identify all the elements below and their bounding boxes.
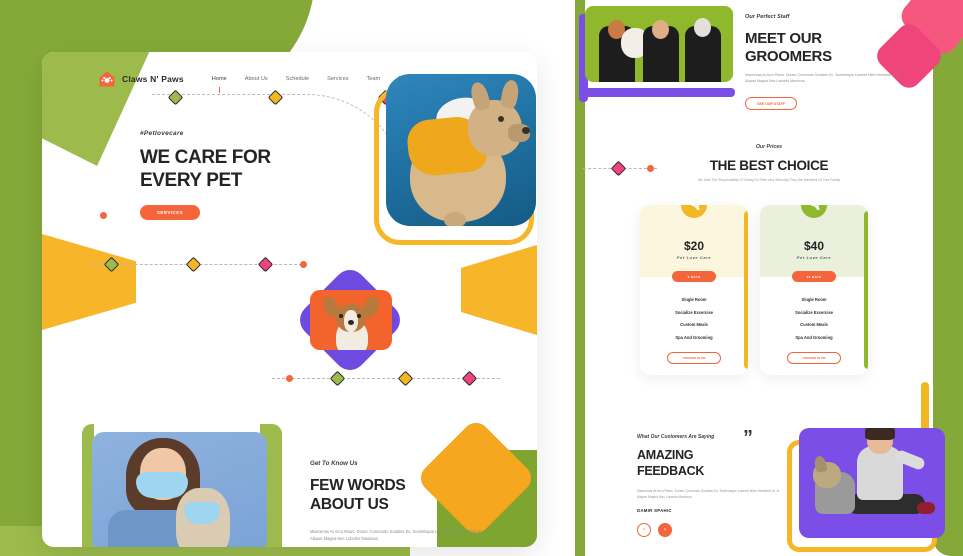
hero-tagline: #Petlovecare [140, 130, 184, 137]
groomers-see-staff-button[interactable]: SEE OUR STAFF [745, 97, 797, 110]
prices-subtitle: We Take The Responsibility Of Caring For… [697, 178, 841, 182]
about-image-woman-with-dog [92, 432, 267, 547]
price-amount-1: $20 [683, 239, 705, 253]
groomers-purple-accent-bottom [585, 88, 735, 97]
about-paragraph: Maecenas At Arcu Risus. Donec Commodo So… [310, 529, 487, 541]
feedback-author-name: DAMIR SPAHIC [637, 508, 672, 513]
hero-image-bulldog [386, 74, 536, 226]
hero-inset-image-corgi [310, 290, 392, 350]
brand-logo[interactable]: Claws N' Paws [98, 70, 184, 88]
price-choose-plan-button-1[interactable]: CHOOSE PLAN [667, 352, 721, 364]
dot-decor-orange-lower [286, 375, 293, 382]
feedback-paragraph: Maecenas At Arcu Risus. Donec Commodo So… [637, 489, 780, 499]
groomers-tagline: Our Perfect Staff [745, 14, 790, 20]
groomers-paragraph: Maecenas At Arcu Risus. Donec Commodo So… [745, 73, 901, 84]
corgi-eye-right-shape [357, 314, 361, 318]
nav-item-schedule[interactable]: Schedule [286, 76, 309, 82]
house-paw-icon [98, 70, 116, 88]
about-heading-line2: ABOUT US [310, 496, 389, 514]
groomers-team-photo [585, 6, 733, 82]
dog-nose-shape [522, 127, 530, 134]
price-subtitle-1: Pet Love Care [676, 255, 712, 260]
diamond-decor-yellow-lower [397, 370, 414, 387]
price-features-1: Single Room Socialize Excercise Custom M… [640, 297, 748, 347]
prices-dot-decor-orange [647, 165, 654, 172]
diamond-decor-pink-lower [461, 370, 478, 387]
price-feature: Single Room [801, 297, 827, 302]
carousel-next-icon[interactable]: › [658, 523, 672, 537]
about-woman-mask-shape [136, 472, 188, 498]
feedback-woman-hair-shape [865, 428, 895, 440]
price-subtitle-2: Pet Love Care [796, 255, 832, 260]
about-tagline: Get To Know Us [310, 460, 358, 467]
carousel-prev-icon[interactable]: ‹ [637, 523, 651, 537]
price-days-badge-2: 10 DAYS [792, 271, 836, 282]
nav-item-services[interactable]: Services [327, 76, 348, 82]
price-feature: Socialize Excercise [795, 309, 833, 315]
price-feature: Custom Meals [680, 322, 708, 327]
dog-paw-shape [444, 212, 466, 226]
groomers-heading-line2: GROOMERS [745, 48, 832, 66]
left-page-mockup: Claws N' Paws Home About Us Schedule Ser… [0, 0, 564, 556]
price-feature: Spa And Grooming [675, 334, 713, 340]
dot-decor-orange-mid [300, 261, 307, 268]
price-features-2: Single Room Socialize Excercise Custom M… [760, 297, 868, 347]
dog-eye-shape [498, 116, 504, 122]
price-feature: Single Room [681, 297, 707, 302]
brand-name: Claws N' Paws [122, 74, 184, 84]
quote-mark-icon: ” [743, 427, 753, 449]
about-heading-line1: FEW WORDS [310, 477, 406, 494]
hero-services-button[interactable]: SERVICES [140, 205, 200, 220]
about-dog-mask-shape [184, 502, 220, 524]
dot-decor-orange-left [100, 212, 107, 219]
price-amount-2: $40 [803, 239, 825, 253]
prices-heading: THE BEST CHOICE [709, 158, 829, 173]
prices-tagline: Our Prices [755, 144, 783, 150]
feedback-heading: AMAZING FEEDBACK [637, 448, 704, 479]
nav-item-about-us[interactable]: About Us [245, 76, 268, 82]
nav-item-team[interactable]: Team [367, 76, 381, 82]
about-heading: FEW WORDS ABOUT US [310, 476, 406, 515]
hero-heading: WE CARE FOR EVERY PET [140, 146, 271, 192]
corgi-eye-left-shape [339, 314, 343, 318]
hero-heading-line1: WE CARE FOR [140, 147, 271, 168]
groomer-3-head-shape [694, 18, 711, 37]
nav-item-home[interactable]: Home [212, 76, 227, 93]
groomers-heading: MEET OUR GROOMERS [745, 30, 832, 67]
groomers-heading-line1: MEET OUR [745, 30, 822, 47]
groomer-2-head-shape [652, 20, 669, 39]
feedback-heading-line2: FEEDBACK [637, 463, 705, 478]
yellow-decor-shape-left [42, 230, 136, 334]
price-choose-plan-button-2[interactable]: CHOOSE PLAN [787, 352, 841, 364]
yellow-decor-shape-right [461, 240, 537, 340]
price-feature: Spa And Grooming [795, 334, 833, 340]
corgi-nose-shape [348, 320, 354, 325]
diamond-decor-pink-mid [257, 256, 274, 273]
feedback-tagline: What Our Customers Are Saying [637, 434, 715, 440]
feedback-image-woman-with-dog [799, 428, 945, 538]
hero-heading-line2: EVERY PET [140, 170, 242, 192]
page-content-card: Claws N' Paws Home About Us Schedule Ser… [42, 52, 537, 547]
feedback-heading-line1: AMAZING [637, 448, 694, 462]
screenshot-stage: Claws N' Paws Home About Us Schedule Ser… [0, 0, 963, 556]
price-days-badge-1: 5 DAYS [672, 271, 716, 282]
price-card-20[interactable]: $20 Pet Love Care 5 DAYS Single Room Soc… [640, 205, 748, 375]
price-feature: Socialize Excercise [675, 309, 713, 315]
dog-ear-right-shape [499, 78, 521, 110]
feedback-carousel-controls: ‹ › [637, 523, 672, 537]
diamond-decor-yellow-mid [185, 256, 202, 273]
price-feature: Custom Meals [800, 322, 828, 327]
right-page-mockup: Our Perfect Staff MEET OUR GROOMERS Maec… [575, 0, 963, 556]
price-card-40[interactable]: $40 Pet Love Care 10 DAYS Single Room So… [760, 205, 868, 375]
feedback-woman-shoe-right-shape [917, 502, 935, 514]
diamond-decor-green-lower [329, 370, 346, 387]
